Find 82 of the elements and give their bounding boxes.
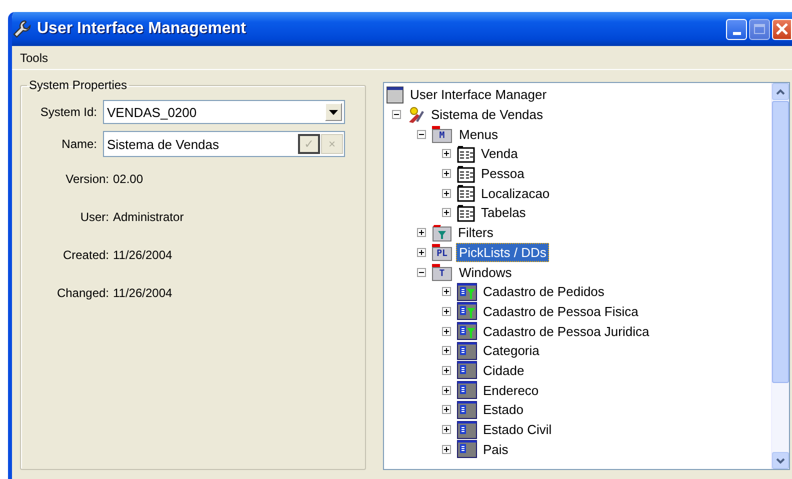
- form-icon: [457, 420, 477, 439]
- folder-icon: PL: [432, 246, 452, 261]
- tree-item[interactable]: Venda: [478, 144, 521, 164]
- tree-item[interactable]: Categoria: [480, 341, 542, 360]
- menu-list-icon: [457, 204, 475, 222]
- form-icon: [457, 342, 477, 360]
- form-icon: [457, 381, 477, 400]
- tree-item[interactable]: Endereco: [480, 380, 542, 400]
- scrollbar[interactable]: [771, 83, 789, 469]
- expander-icon[interactable]: [442, 444, 451, 454]
- expander-icon[interactable]: [442, 149, 451, 158]
- field-label: User:: [79, 210, 110, 224]
- close-button[interactable]: [772, 18, 792, 40]
- window-title: User Interface Management: [37, 20, 247, 38]
- expander-icon[interactable]: [442, 306, 451, 316]
- expander-icon[interactable]: [417, 228, 426, 238]
- filtered-form-icon: [457, 322, 477, 340]
- scroll-up-button[interactable]: [772, 83, 789, 100]
- tree-item[interactable]: Cadastro de Pessoa Fisica: [480, 302, 642, 321]
- dropdown-arrow-icon: [329, 110, 338, 114]
- chevron-up-icon: [776, 88, 785, 94]
- tree-item[interactable]: Tabelas: [478, 203, 529, 222]
- filter-folder-icon: [432, 224, 452, 242]
- tree-item[interactable]: Pessoa: [478, 164, 528, 184]
- window-icon: [386, 86, 404, 104]
- folder-icon: M: [432, 128, 452, 143]
- expander-icon[interactable]: [442, 346, 451, 356]
- field-label: Created:: [62, 248, 110, 262]
- menu-list-icon: [457, 164, 475, 183]
- tree-item[interactable]: Cadastro de Pessoa Juridica: [480, 322, 652, 341]
- tree-item[interactable]: Pais: [480, 440, 512, 459]
- system-id-dropdown[interactable]: VENDAS_0200: [103, 100, 345, 124]
- expander-icon[interactable]: [442, 169, 451, 178]
- group-title: System Properties: [28, 78, 128, 92]
- expander-icon[interactable]: [442, 386, 451, 395]
- tree-item[interactable]: Localizacao: [478, 184, 553, 203]
- menu-item[interactable]: Tools: [18, 50, 50, 64]
- close-icon: [775, 22, 789, 36]
- expander-icon[interactable]: [442, 208, 451, 218]
- tree-item[interactable]: Estado Civil: [480, 420, 555, 440]
- menu-list-icon: [457, 144, 475, 163]
- field-label: Changed:: [56, 286, 110, 300]
- menu-list-icon: [457, 184, 475, 202]
- expander-icon[interactable]: [392, 110, 401, 120]
- expander-icon[interactable]: [442, 405, 451, 414]
- form-icon: [457, 440, 477, 458]
- expander-icon[interactable]: [442, 287, 451, 296]
- tree-item[interactable]: Sistema de Vendas: [428, 105, 546, 124]
- form-icon: [457, 361, 477, 380]
- wrench-icon: [12, 19, 32, 39]
- tree-item[interactable]: Filters: [455, 223, 496, 242]
- expander-icon[interactable]: [417, 268, 426, 277]
- tree-item[interactable]: Cadastro de Pedidos: [480, 282, 608, 302]
- field-value: 02.00: [113, 172, 144, 186]
- tree-item[interactable]: PickLists / DDs: [456, 242, 550, 262]
- minimize-button[interactable]: [726, 18, 747, 40]
- folder-icon: T: [432, 266, 452, 281]
- field-label: Version:: [64, 172, 110, 186]
- field-value: 11/26/2004: [113, 248, 172, 262]
- field-label: System Id:: [39, 105, 98, 119]
- expander-icon[interactable]: [442, 425, 451, 434]
- tools-icon: [407, 106, 425, 124]
- expander-icon[interactable]: [417, 130, 426, 139]
- chevron-down-icon: [776, 458, 785, 464]
- tree-item[interactable]: Estado: [480, 400, 526, 420]
- field-label: Name:: [60, 137, 98, 151]
- filtered-form-icon: [457, 282, 477, 301]
- tree-item[interactable]: Windows: [456, 262, 515, 282]
- form-icon: [457, 400, 477, 419]
- tree-item[interactable]: Cidade: [480, 360, 528, 380]
- scroll-thumb[interactable]: [772, 101, 789, 383]
- filtered-form-icon: [457, 302, 477, 320]
- tree-item[interactable]: User Interface Manager: [407, 85, 550, 104]
- expander-icon[interactable]: [442, 188, 451, 198]
- maximize-button[interactable]: [749, 18, 770, 40]
- expander-icon[interactable]: [417, 248, 426, 257]
- field-value: 11/26/2004: [113, 286, 172, 300]
- expander-icon[interactable]: [442, 366, 451, 375]
- scroll-down-button[interactable]: [772, 452, 789, 469]
- tree-item[interactable]: Menus: [456, 124, 502, 144]
- expander-icon[interactable]: [442, 326, 451, 336]
- field-value: Administrator: [113, 210, 184, 224]
